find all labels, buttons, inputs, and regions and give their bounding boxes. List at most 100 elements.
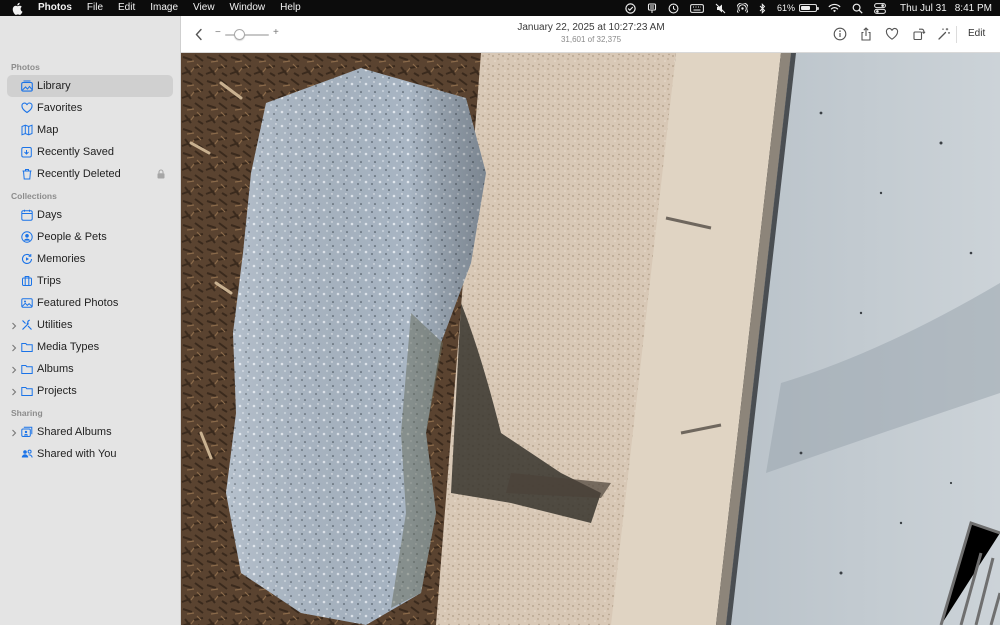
heart-outline-icon [885, 27, 899, 40]
control-center-icon[interactable] [874, 0, 886, 16]
back-button[interactable] [194, 28, 204, 41]
sidebar-item-albums[interactable]: Albums [7, 358, 173, 380]
magic-wand-icon [938, 28, 950, 40]
section-title-photos: Photos [11, 62, 40, 72]
photo-image [181, 53, 1000, 625]
folder-icon [21, 363, 33, 375]
sidebar-item-projects[interactable]: Projects [7, 380, 173, 402]
menu-app-name[interactable]: Photos [38, 0, 72, 16]
sidebar-item-recently-deleted[interactable]: Recently Deleted [7, 163, 173, 185]
recently-saved-icon [21, 146, 33, 158]
chevron-right-icon[interactable] [10, 321, 18, 330]
sidebar-item-label: Shared Albums [37, 426, 112, 438]
menubar-date[interactable]: Thu Jul 31 [900, 0, 947, 16]
sidebar-item-memories[interactable]: Memories [7, 248, 173, 270]
wifi-icon[interactable] [828, 0, 841, 16]
zoom-slider-knob[interactable] [234, 29, 245, 40]
status-check-icon[interactable] [625, 0, 636, 16]
battery-icon [799, 4, 820, 12]
sidebar-item-featured-photos[interactable]: Featured Photos [7, 292, 173, 314]
zoom-in-button[interactable]: + [273, 28, 279, 38]
zoom-out-button[interactable]: − [215, 28, 221, 38]
chevron-right-icon[interactable] [10, 343, 18, 352]
sidebar-item-label: Map [37, 124, 59, 136]
share-icon [861, 27, 871, 41]
calendar-icon [21, 209, 33, 221]
sidebar-item-shared-albums[interactable]: Shared Albums [7, 421, 173, 443]
info-button[interactable] [833, 27, 847, 41]
trash-icon [21, 168, 33, 180]
battery-percent: 61% [777, 3, 796, 13]
chevron-right-icon[interactable] [10, 387, 18, 396]
keyboard-icon[interactable] [690, 0, 704, 16]
spotlight-search-icon[interactable] [852, 0, 863, 16]
menu-window[interactable]: Window [230, 0, 266, 16]
lock-icon [157, 169, 165, 179]
time-machine-icon[interactable] [668, 0, 679, 16]
sidebar-item-trips[interactable]: Trips [7, 270, 173, 292]
person-icon [21, 231, 33, 243]
bluetooth-icon[interactable] [759, 0, 766, 16]
favorite-button[interactable] [885, 27, 899, 41]
menu-edit[interactable]: Edit [118, 0, 135, 16]
map-icon [21, 124, 33, 136]
sidebar-item-label: Trips [37, 275, 62, 287]
shared-albums-icon [21, 426, 33, 438]
edit-button[interactable]: Edit [968, 28, 985, 39]
section-title-collections: Collections [11, 191, 57, 201]
status-pin-icon[interactable] [647, 0, 657, 16]
folder-icon [21, 385, 33, 397]
menu-bar: Photos File Edit Image View Window Help [0, 0, 1000, 16]
sidebar-item-label: Memories [37, 253, 86, 265]
sidebar-item-label: Featured Photos [37, 297, 119, 309]
battery-status[interactable]: 61% [777, 0, 820, 16]
heart-icon [21, 102, 33, 114]
rotate-button[interactable] [912, 27, 926, 41]
chevron-right-icon[interactable] [10, 365, 18, 374]
sidebar-item-label: People & Pets [37, 231, 107, 243]
sidebar-item-people-pets[interactable]: People & Pets [7, 226, 173, 248]
sidebar: Photos Library Favorites Map Recently Sa… [0, 16, 181, 625]
section-title-sharing: Sharing [11, 408, 43, 418]
apple-menu-icon[interactable] [12, 1, 24, 15]
sidebar-item-utilities[interactable]: Utilities [7, 314, 173, 336]
sidebar-item-label: Media Types [37, 341, 100, 353]
sidebar-item-shared-with-you[interactable]: Shared with You [7, 443, 173, 465]
rotate-icon [913, 28, 926, 41]
photo-toolbar: − + January 22, 2025 at 10:27:23 AM 31,6… [181, 16, 1000, 53]
sidebar-item-label: Days [37, 209, 63, 221]
sidebar-item-label: Recently Saved [37, 146, 115, 158]
shared-with-you-icon [21, 448, 33, 460]
sidebar-item-label: Utilities [37, 319, 73, 331]
mute-icon[interactable] [715, 0, 726, 16]
info-icon [833, 27, 847, 41]
auto-enhance-button[interactable] [937, 27, 951, 41]
sidebar-item-recently-saved[interactable]: Recently Saved [7, 141, 173, 163]
photo-viewer[interactable] [181, 53, 1000, 625]
airdrop-icon[interactable] [737, 0, 749, 16]
chevron-right-icon[interactable] [10, 428, 18, 437]
photo-position-counter: 31,601 of 32,375 [560, 35, 622, 44]
toolbar-divider [956, 26, 957, 43]
menubar-time[interactable]: 8:41 PM [955, 0, 992, 16]
zoom-slider[interactable] [225, 34, 269, 36]
sidebar-item-library[interactable]: Library [7, 75, 173, 97]
menu-help[interactable]: Help [280, 0, 301, 16]
photo-icon [21, 297, 33, 309]
sidebar-item-favorites[interactable]: Favorites [7, 97, 173, 119]
share-button[interactable] [859, 27, 873, 41]
sidebar-item-label: Library [37, 80, 71, 92]
sidebar-item-map[interactable]: Map [7, 119, 173, 141]
menu-file[interactable]: File [87, 0, 103, 16]
sidebar-item-media-types[interactable]: Media Types [7, 336, 173, 358]
sidebar-item-label: Favorites [37, 102, 83, 114]
sidebar-item-label: Shared with You [37, 448, 117, 460]
menu-view[interactable]: View [193, 0, 215, 16]
battery-level [801, 6, 810, 10]
sidebar-item-label: Albums [37, 363, 74, 375]
memories-icon [21, 253, 33, 265]
menu-image[interactable]: Image [150, 0, 178, 16]
folder-icon [21, 341, 33, 353]
library-icon [21, 80, 33, 92]
sidebar-item-days[interactable]: Days [7, 204, 173, 226]
